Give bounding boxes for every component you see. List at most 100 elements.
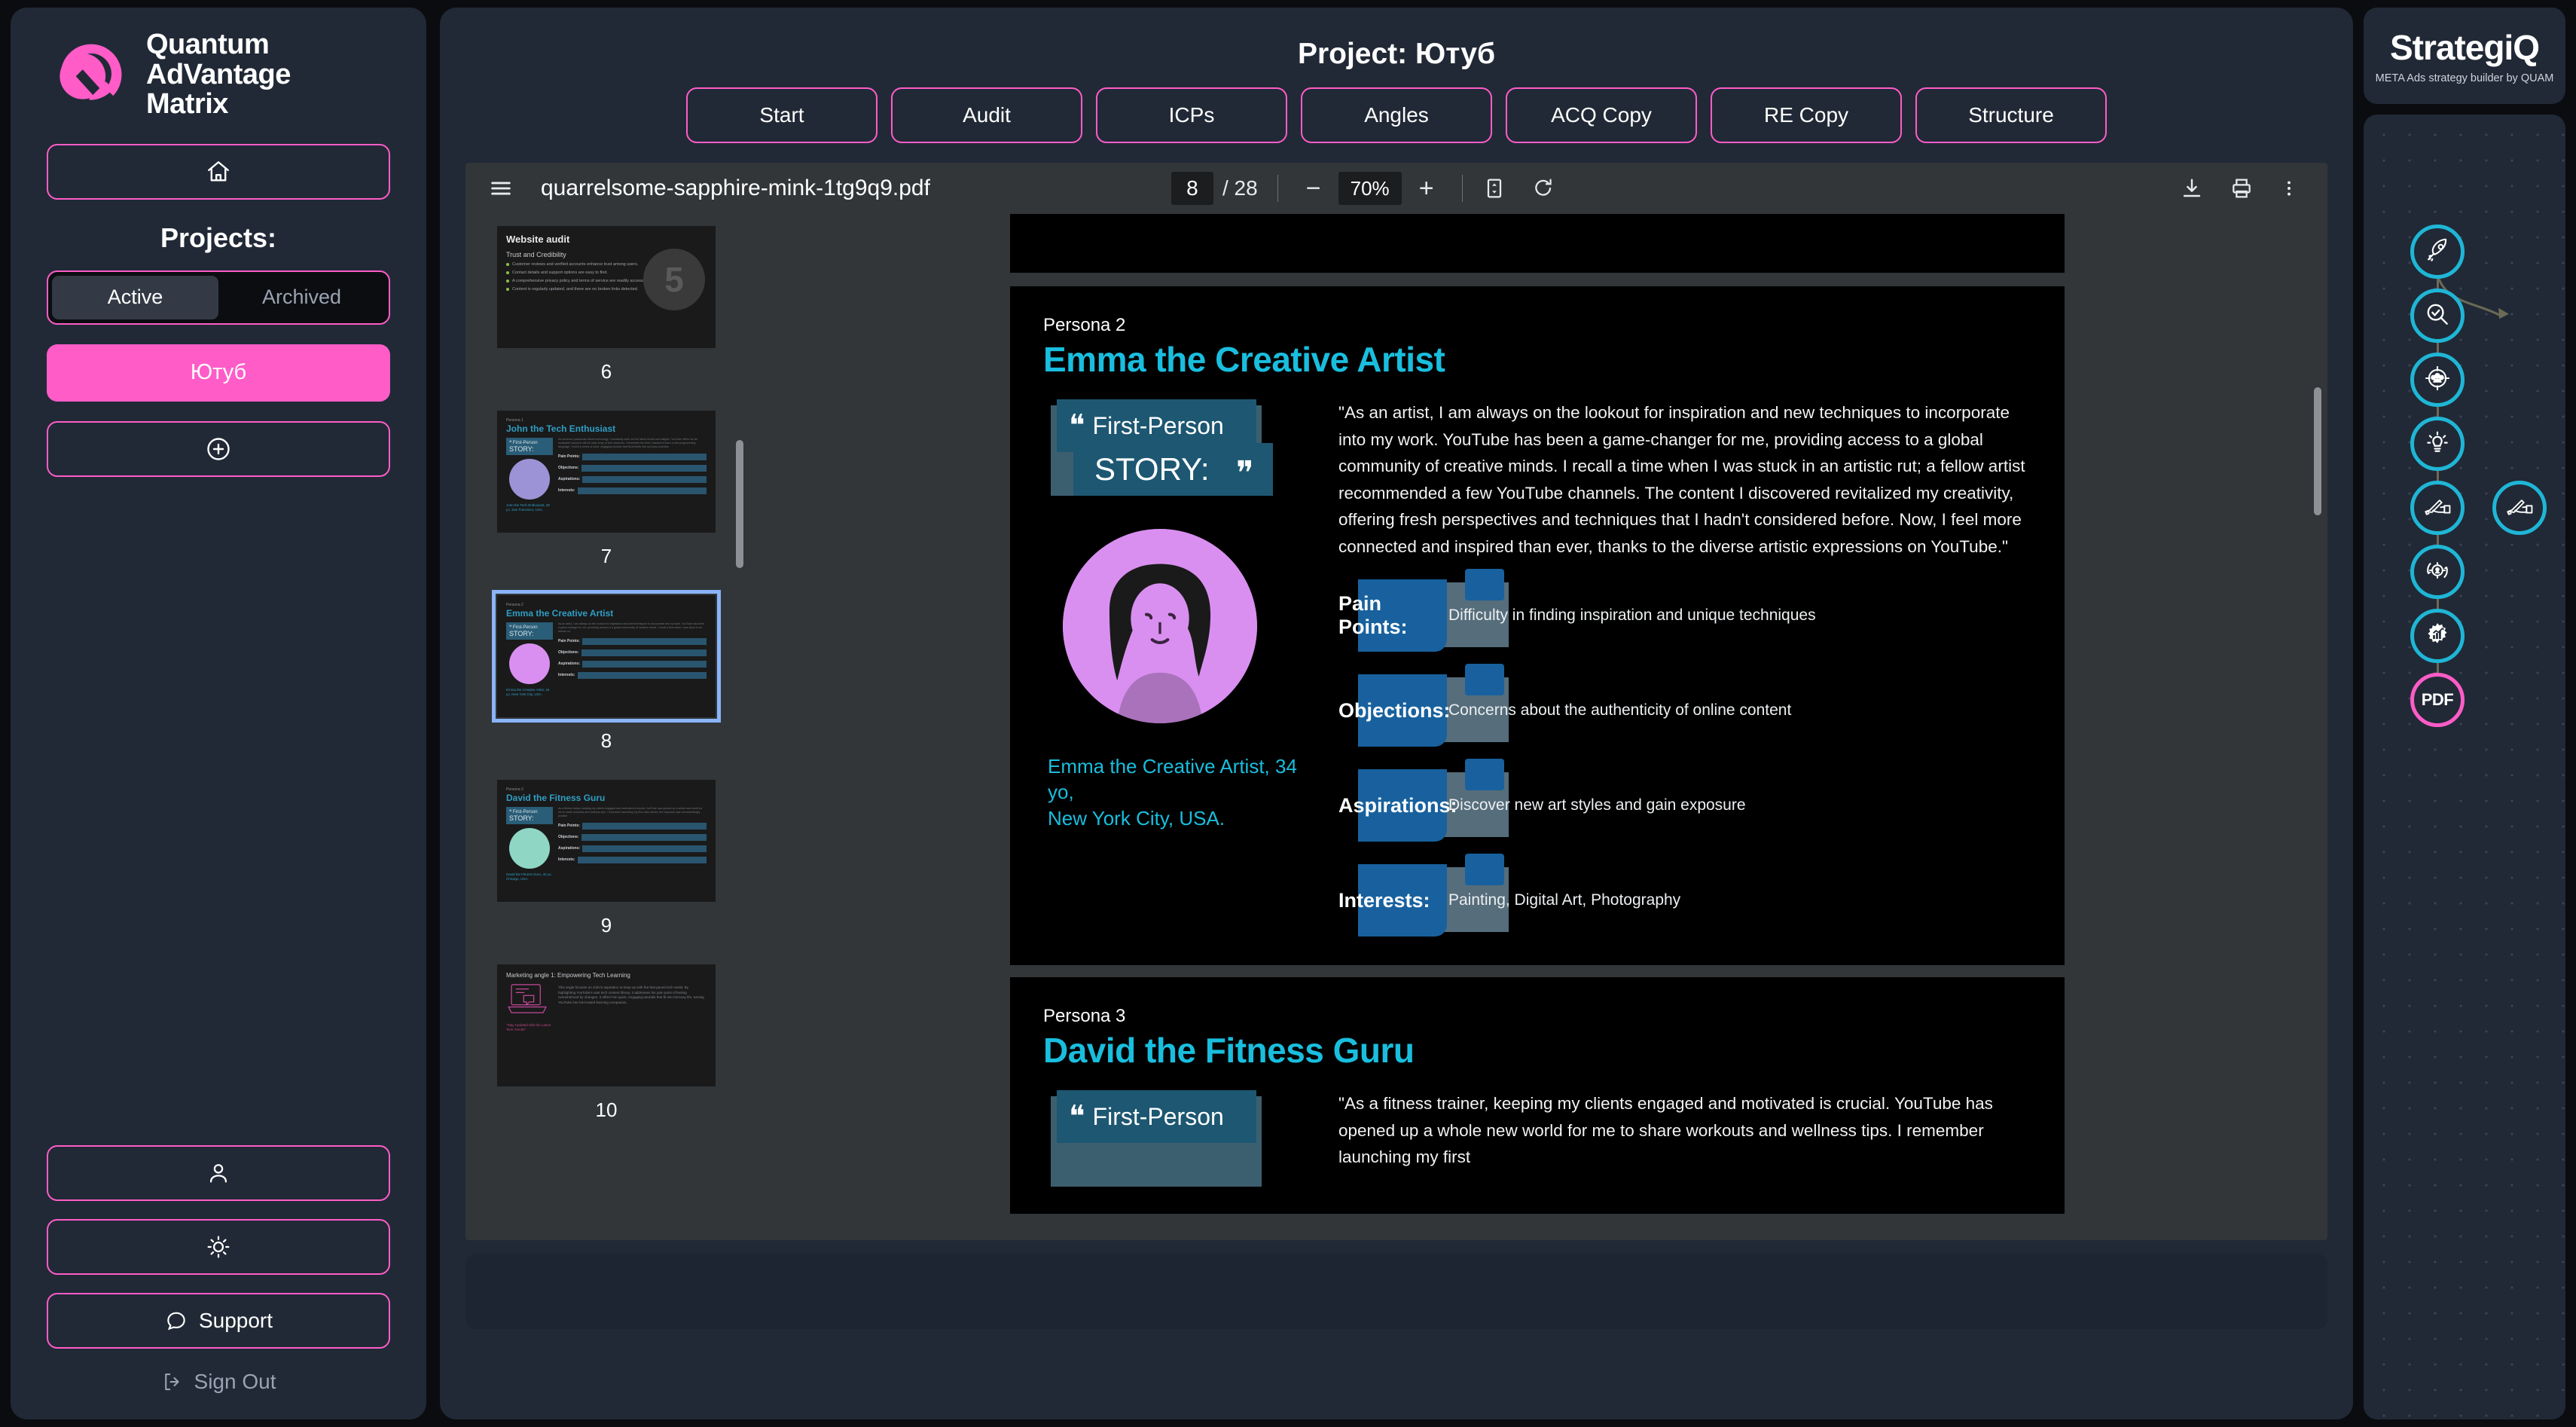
story-line-1: First-Person — [1092, 1102, 1224, 1130]
filter-active[interactable]: Active — [52, 275, 218, 319]
structure-node[interactable] — [2410, 609, 2465, 663]
field-value: Concerns about the authenticity of onlin… — [1448, 701, 1792, 720]
tab-audit[interactable]: Audit — [891, 87, 1082, 143]
app-root: Quantum AdVantage Matrix Projects: Activ… — [0, 0, 2576, 1427]
thumbnail-page-number: 10 — [595, 1099, 618, 1121]
download-icon[interactable] — [2180, 176, 2204, 200]
thumb-persona-label: Persona 3 — [506, 787, 523, 792]
add-project-button[interactable] — [47, 420, 390, 477]
pdf-viewer: quarrelsome-sapphire-mink-1tg9q9.pdf 8 /… — [465, 163, 2327, 1240]
thumbnail-page-7[interactable]: Persona 1 John the Tech Enthusiast ❝ Fir… — [497, 411, 716, 568]
thumb-persona-label: Persona 2 — [506, 603, 523, 607]
thumbnail-image: Persona 2 Emma the Creative Artist ❝ Fir… — [492, 590, 721, 723]
print-icon[interactable] — [2230, 176, 2254, 200]
tab-acq-copy[interactable]: ACQ Copy — [1506, 87, 1697, 143]
project-item-youtube[interactable]: Ютуб — [47, 344, 390, 402]
filter-archived[interactable]: Archived — [218, 276, 385, 319]
first-person-story-card: ❝ First-Person STORY: ❞ — [1051, 399, 1283, 497]
toolbar-divider-1 — [1277, 175, 1278, 202]
thumb-angle-body: This angle focuses on John's aspiration … — [558, 985, 704, 1004]
acq-copy-node[interactable] — [2410, 481, 2465, 535]
thumbnail-page-8[interactable]: Persona 2 Emma the Creative Artist ❝ Fir… — [492, 590, 721, 753]
quote-open-icon: ❝ — [1069, 409, 1085, 442]
zoom-out-button[interactable]: − — [1298, 174, 1329, 203]
pdf-node[interactable]: PDF — [2410, 673, 2465, 727]
thumbnail-image: Persona 1 John the Tech Enthusiast ❝ Fir… — [497, 411, 716, 533]
account-button[interactable] — [47, 1145, 390, 1201]
audit-bullet: Contact details and support options are … — [512, 270, 608, 275]
persona-field-objections: Objections: Concerns about the authentic… — [1338, 664, 2031, 750]
audit-bullet: Content is regularly updated, and there … — [512, 287, 639, 292]
field-label: Pain Points: — [1338, 592, 1408, 639]
page-number-input[interactable]: 8 — [1170, 172, 1213, 205]
fit-page-icon[interactable] — [1482, 176, 1506, 200]
project-filter-toggle[interactable]: Active Archived — [47, 270, 390, 325]
retention-node[interactable] — [2410, 545, 2465, 599]
pdf-page-9: Persona 3 David the Fitness Guru ❝ First… — [1010, 977, 2065, 1215]
icp-node[interactable] — [2410, 353, 2465, 407]
support-button[interactable]: Support — [47, 1293, 390, 1349]
thumbnail-page-9[interactable]: Persona 3 David the Fitness Guru ❝ First… — [497, 780, 716, 937]
rocket-node[interactable] — [2410, 225, 2465, 279]
thumbnail-page-6[interactable]: 5 Website audit Trust and Credibility Cu… — [497, 226, 716, 383]
pdf-thumbnail-rail[interactable]: 5 Website audit Trust and Credibility Cu… — [465, 214, 747, 1240]
sign-out-button[interactable]: Sign Out — [161, 1370, 276, 1394]
home-icon — [206, 159, 231, 185]
thumb-angle-title: Marketing angle 1: Empowering Tech Learn… — [506, 972, 630, 979]
persona-field-interests: Interests: Painting, Digital Art, Photog… — [1338, 854, 2031, 940]
pdf-body: 5 Website audit Trust and Credibility Cu… — [465, 214, 2327, 1240]
writing-hand-icon — [2422, 493, 2452, 524]
thumbnail-page-10[interactable]: Marketing angle 1: Empowering Tech Learn… — [497, 964, 716, 1122]
thumbnail-scrollbar[interactable] — [736, 440, 743, 568]
strategiq-brand-card: StrategiQ META Ads strategy builder by Q… — [2364, 8, 2565, 104]
stage-tabs: Start Audit ICPs Angles ACQ Copy RE Copy… — [465, 87, 2327, 143]
thumb-title: Website audit — [506, 234, 570, 245]
angles-node[interactable] — [2410, 417, 2465, 471]
user-icon — [206, 1160, 231, 1186]
theme-toggle-button[interactable] — [47, 1219, 390, 1275]
chat-bubble-icon — [164, 1309, 188, 1333]
home-button[interactable] — [47, 143, 390, 200]
persona-story-text: "As a fitness trainer, keeping my client… — [1338, 1094, 1993, 1167]
more-vertical-icon[interactable] — [2279, 176, 2299, 200]
tab-icps[interactable]: ICPs — [1096, 87, 1287, 143]
target-audience-icon — [2423, 364, 2452, 396]
pdf-page-view[interactable]: Persona 2 Emma the Creative Artist ❝ Fir… — [747, 214, 2327, 1240]
thumb-angle-tagline: "Stay Updated with the Latest Tech Trend… — [506, 1023, 551, 1031]
tab-re-copy[interactable]: RE Copy — [1711, 87, 1902, 143]
persona-label: Persona 3 — [1043, 1006, 1126, 1027]
thumbnail-image: 5 Website audit Trust and Credibility Cu… — [497, 226, 716, 348]
page-scrollbar[interactable] — [2314, 387, 2321, 515]
tab-structure[interactable]: Structure — [1915, 87, 2107, 143]
thumbnail-page-number: 8 — [600, 729, 612, 752]
workflow-canvas[interactable]: PDF — [2364, 115, 2565, 1419]
persona-name: Emma the Creative Artist — [1043, 340, 1445, 379]
zoom-in-button[interactable]: + — [1411, 174, 1442, 203]
pdf-toolbar: quarrelsome-sapphire-mink-1tg9q9.pdf 8 /… — [465, 163, 2327, 214]
sun-icon — [206, 1234, 231, 1260]
persona-name: David the Fitness Guru — [1043, 1031, 1415, 1071]
hamburger-menu-icon[interactable] — [488, 176, 514, 201]
persona-caption-line-2: New York City, USA. — [1048, 806, 1225, 830]
tab-angles[interactable]: Angles — [1301, 87, 1492, 143]
audit-node[interactable] — [2410, 289, 2465, 343]
re-copy-node[interactable] — [2492, 481, 2547, 535]
writing-hand-icon — [2504, 493, 2535, 524]
thumb-avatar — [509, 828, 550, 869]
rotate-icon[interactable] — [1532, 176, 1556, 200]
quantum-logo-icon — [47, 34, 136, 115]
persona-avatar — [1063, 529, 1257, 723]
persona-caption: Emma the Creative Artist, 34 yo, New Yor… — [1048, 753, 1322, 831]
pdf-page-8: Persona 2 Emma the Creative Artist ❝ Fir… — [1010, 286, 2065, 966]
audit-bullet: Customer reviews and verified accounts e… — [512, 262, 639, 267]
thumbnail-page-number: 9 — [600, 914, 612, 937]
persona-label: Persona 2 — [1043, 315, 1126, 335]
thumb-persona-name: David the Fitness Guru — [506, 793, 606, 803]
thumb-avatar — [509, 643, 550, 684]
zoom-level[interactable]: 70% — [1338, 172, 1402, 205]
tab-start[interactable]: Start — [686, 87, 877, 143]
brand: Quantum AdVantage Matrix — [47, 29, 390, 120]
story-line-1: First-Person — [1092, 411, 1224, 439]
right-panel: StrategiQ META Ads strategy builder by Q… — [2364, 8, 2565, 1419]
gear-chart-icon — [2423, 620, 2452, 652]
